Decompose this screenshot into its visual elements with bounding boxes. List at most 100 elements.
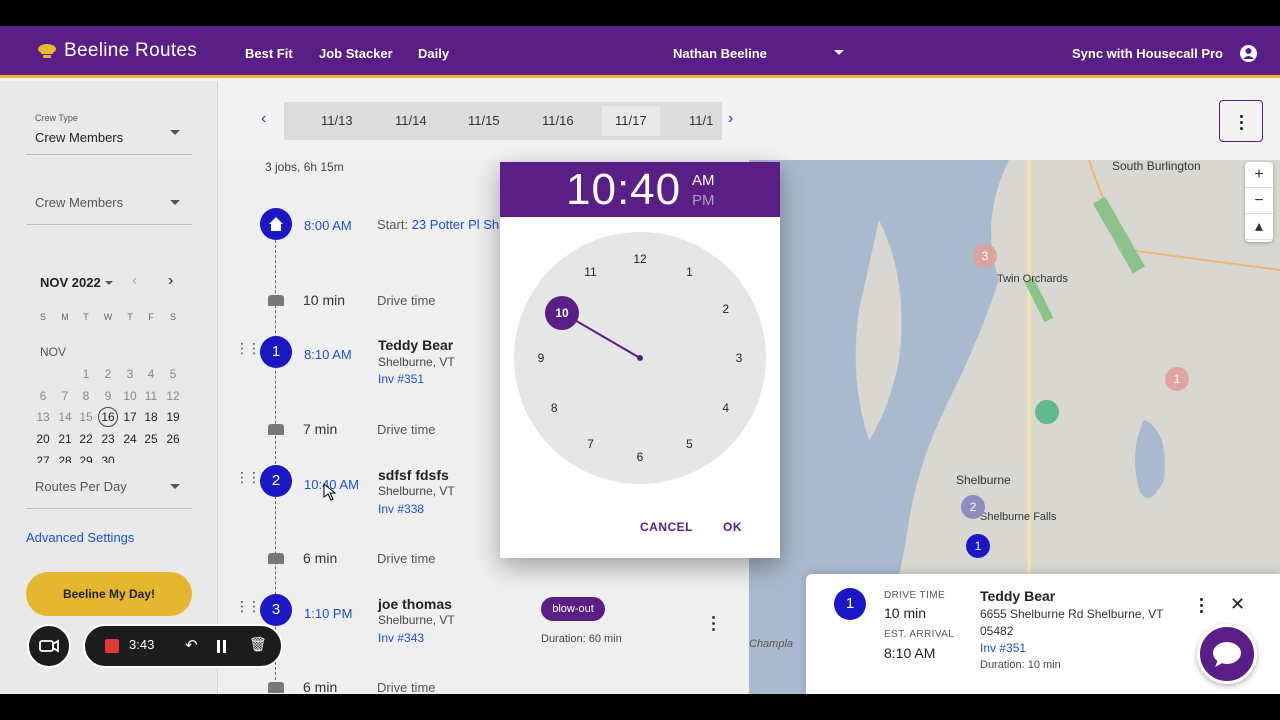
pm-toggle[interactable]: PM [692,192,715,209]
more-options-button[interactable] [1219,100,1263,142]
time-display[interactable]: 10:40 [566,165,681,215]
calendar-day[interactable]: 19 [163,410,183,424]
map-pin[interactable]: 1 [1165,367,1189,391]
stop-number[interactable]: 1 [260,336,292,368]
trash-icon[interactable]: 🗑 [249,636,267,653]
undo-icon[interactable]: ↶ [185,636,198,654]
calendar-prev-icon[interactable]: ‹ [132,272,137,290]
calendar-day[interactable]: 12 [163,389,183,403]
chevron-down-icon[interactable] [834,50,844,55]
stop-number[interactable]: 2 [260,465,292,497]
date-tab[interactable]: 11/15 [468,113,500,128]
zoom-in-button[interactable]: + [1245,162,1273,188]
calendar-day[interactable]: 24 [120,432,140,446]
clock-number-8[interactable]: 8 [539,393,569,423]
calendar-day[interactable]: 22 [76,432,96,446]
calendar-day[interactable]: 20 [33,432,53,446]
calendar-day[interactable]: 9 [98,389,118,403]
date-tab-selected[interactable]: 11/17 [602,106,660,136]
clock-number-3[interactable]: 3 [724,343,754,373]
clock-number-2[interactable]: 2 [711,294,741,324]
calendar-month[interactable]: NOV 2022 [40,275,101,290]
clock-number-9[interactable]: 9 [526,343,556,373]
map-pin[interactable]: 1 [966,534,990,558]
close-icon[interactable]: ✕ [1230,594,1245,615]
job-more-icon[interactable] [712,616,715,634]
clock-number-10[interactable]: 10 [545,296,580,330]
calendar-day[interactable]: 18 [141,410,161,424]
drag-handle-icon[interactable]: ⋮⋮ [235,469,261,486]
calendar-day[interactable]: 13 [33,410,53,424]
calendar-day[interactable]: 16 [98,407,118,427]
calendar-next-icon[interactable]: › [168,272,173,290]
logo[interactable]: Beeline Routes [36,40,197,62]
nav-daily[interactable]: Daily [418,46,449,61]
am-toggle[interactable]: AM [692,172,715,189]
chevron-down-icon[interactable] [105,281,113,285]
clock-number-1[interactable]: 1 [675,257,705,287]
nav-best-fit[interactable]: Best Fit [245,46,293,61]
calendar-day[interactable]: 25 [141,432,161,446]
clock-number-12[interactable]: 12 [625,244,655,274]
start-time[interactable]: 8:00 AM [304,218,352,233]
crew-member-select[interactable]: Nathan Beeline [673,46,767,61]
compass-icon[interactable]: ▴ [1245,214,1273,240]
invoice-link[interactable]: Inv #338 [378,502,424,516]
calendar-day[interactable]: 17 [120,410,140,424]
nav-job-stacker[interactable]: Job Stacker [319,46,393,61]
stop-time[interactable]: 8:10 AM [304,347,352,362]
map-pin[interactable]: 2 [961,495,985,519]
calendar-day[interactable]: 3 [120,367,140,381]
clock-number-7[interactable]: 7 [576,429,606,459]
invoice-link[interactable]: Inv #343 [378,631,424,645]
account-icon[interactable] [1240,45,1257,62]
cancel-button[interactable]: CANCEL [640,520,693,534]
date-tab[interactable]: 11/1 [689,113,713,128]
drag-handle-icon[interactable]: ⋮⋮ [235,598,261,615]
map-pin[interactable]: 3 [973,244,997,268]
sync-button[interactable]: Sync with Housecall Pro [1072,46,1223,61]
calendar-day[interactable]: 7 [55,389,75,403]
beeline-my-day-button[interactable]: Beeline My Day! [26,572,192,616]
calendar-day[interactable]: 15 [76,410,96,424]
calendar-day[interactable]: 11 [141,389,161,403]
stop-time[interactable]: 1:10 PM [304,606,352,621]
calendar-day[interactable]: 5 [163,367,183,381]
stop-recording-icon[interactable] [105,639,119,653]
invoice-link[interactable]: Inv #351 [378,372,424,386]
date-prev-icon[interactable]: ‹ [261,110,266,128]
zoom-out-button[interactable]: − [1245,188,1273,214]
clock-number-11[interactable]: 11 [576,257,606,287]
calendar-day[interactable]: 26 [163,432,183,446]
chat-button[interactable] [1197,624,1257,684]
date-next-icon[interactable]: › [728,110,733,128]
pause-icon[interactable] [217,640,220,653]
calendar-day[interactable]: 6 [33,389,53,403]
start-address-link[interactable]: 23 Potter Pl Sh [412,217,499,232]
drag-handle-icon[interactable]: ⋮⋮ [235,340,261,357]
clock-number-4[interactable]: 4 [711,393,741,423]
card-invoice-link[interactable]: Inv #351 [980,641,1026,655]
clock-number-5[interactable]: 5 [675,429,705,459]
camera-button[interactable] [27,624,71,668]
calendar-day[interactable]: 4 [141,367,161,381]
routes-per-day-select[interactable]: Routes Per Day [26,463,192,509]
stop-number[interactable]: 3 [260,594,292,626]
date-tab[interactable]: 11/14 [395,113,427,128]
calendar-day[interactable]: 10 [120,389,140,403]
crew-members-select[interactable]: Crew Members [26,179,192,225]
date-tab[interactable]: 11/16 [542,113,574,128]
calendar-day[interactable]: 1 [76,367,96,381]
date-tab[interactable]: 11/13 [321,113,353,128]
clock-number-6[interactable]: 6 [625,442,655,472]
crew-type-select[interactable]: Crew Type Crew Members [26,109,192,155]
start-address[interactable]: Start: 23 Potter Pl Sh [377,217,499,232]
ok-button[interactable]: OK [723,520,742,534]
advanced-settings-link[interactable]: Advanced Settings [26,530,134,545]
calendar-day[interactable]: 23 [98,432,118,446]
map-pin[interactable] [1035,400,1059,424]
calendar-day[interactable]: 21 [55,432,75,446]
calendar-day[interactable]: 14 [55,410,75,424]
clock-face[interactable]: 12 1 2 3 4 5 6 7 8 9 10 11 [514,232,766,484]
calendar-day[interactable]: 2 [98,367,118,381]
